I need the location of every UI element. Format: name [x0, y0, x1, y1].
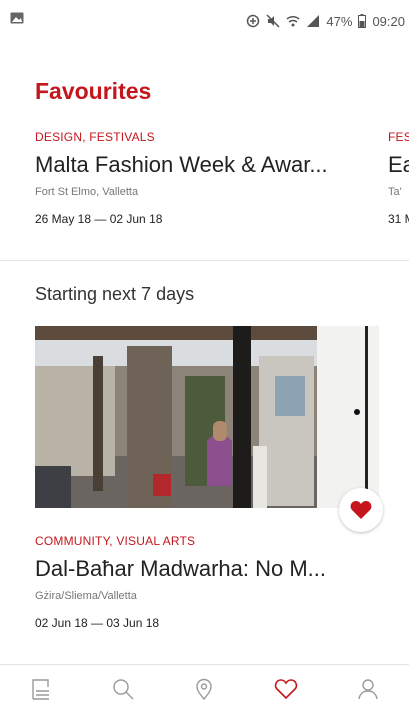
battery-percentage: 47% [326, 13, 353, 29]
heart-filled-icon [350, 501, 372, 519]
battery-icon [358, 14, 367, 28]
event-photo [35, 326, 379, 508]
heart-icon [275, 679, 298, 700]
event-location: Fort St Elmo, Valletta [35, 186, 139, 198]
nav-item-profile[interactable] [348, 671, 388, 707]
nav-item-map[interactable] [184, 671, 224, 707]
event-categories: DESIGN, FESTIVALS [35, 130, 155, 144]
map-pin-icon [196, 678, 213, 700]
event-categories: FES [388, 130, 409, 144]
nav-item-list[interactable] [21, 671, 61, 707]
profile-icon [358, 679, 378, 700]
nav-item-search[interactable] [103, 671, 143, 707]
divider [0, 664, 409, 665]
data-saver-icon [247, 14, 260, 28]
image-notification-icon [10, 12, 24, 24]
wifi-icon [286, 16, 300, 27]
list-icon [32, 679, 49, 700]
divider [0, 260, 409, 261]
section-title: Starting next 7 days [35, 284, 195, 304]
search-icon [112, 679, 134, 700]
favourite-toggle-button[interactable] [339, 488, 383, 532]
event-dates: 31 M [388, 212, 409, 226]
event-title: Ea [388, 152, 409, 177]
mute-icon [266, 14, 280, 28]
nav-item-favourites[interactable] [266, 671, 306, 707]
signal-icon [307, 15, 320, 27]
event-image[interactable] [35, 326, 379, 508]
favourites-carousel[interactable]: DESIGN, FESTIVALS Malta Fashion Week & A… [0, 130, 409, 260]
favourite-card[interactable]: FES Ea Ta' 31 M [388, 130, 409, 226]
status-bar: 47% 09:20 [0, 0, 409, 40]
event-card[interactable]: COMMUNITY, VISUAL ARTS Dal-Baħar Madwarh… [35, 326, 383, 630]
event-title: Malta Fashion Week & Awar... [35, 152, 328, 177]
event-title: Dal-Baħar Madwarha: No M... [35, 556, 326, 581]
clock: 09:20 [372, 13, 405, 29]
favourite-card[interactable]: DESIGN, FESTIVALS Malta Fashion Week & A… [35, 130, 375, 226]
bottom-navigation [0, 668, 409, 710]
event-dates: 26 May 18 — 02 Jun 18 [35, 212, 163, 226]
event-categories: COMMUNITY, VISUAL ARTS [35, 534, 196, 548]
event-dates: 02 Jun 18 — 03 Jun 18 [35, 616, 160, 630]
page-title: Favourites [35, 78, 152, 104]
event-location: Gżira/Sliema/Valletta [35, 590, 137, 602]
event-location: Ta' [388, 186, 402, 198]
